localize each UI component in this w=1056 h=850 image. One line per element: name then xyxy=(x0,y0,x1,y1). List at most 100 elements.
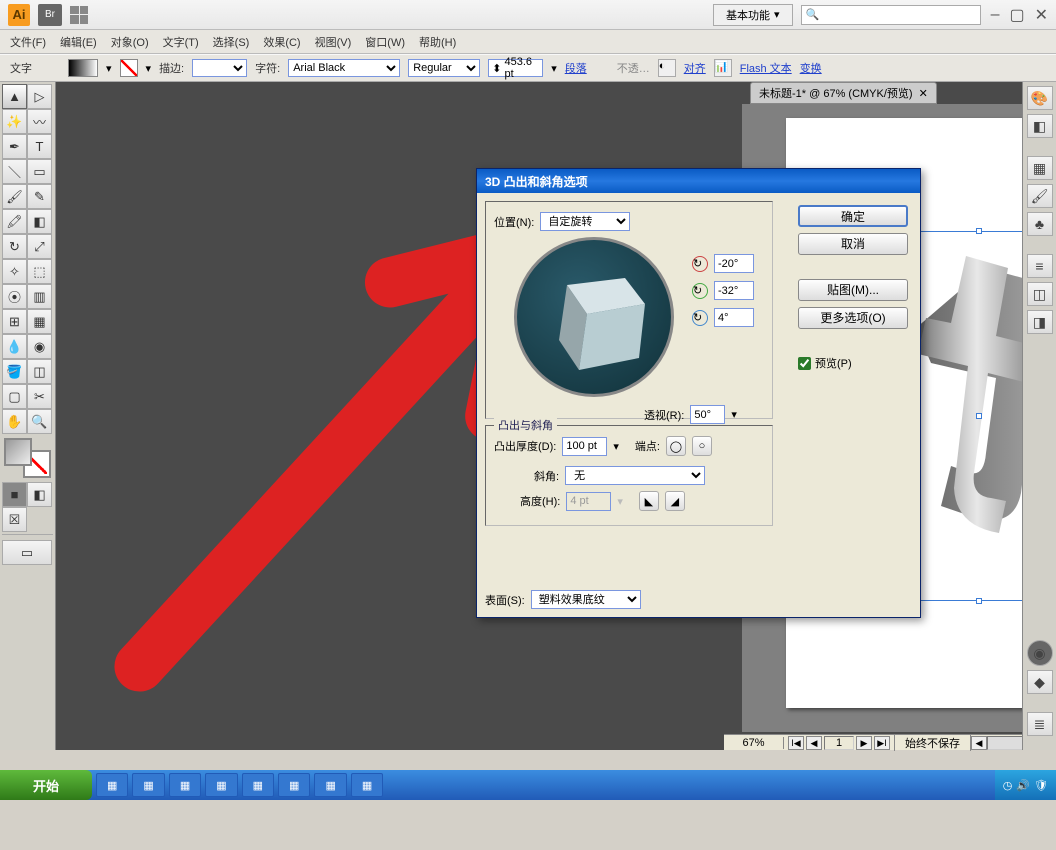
taskbar-item[interactable]: ▦ xyxy=(351,773,383,797)
first-page-btn[interactable]: I◀ xyxy=(788,736,804,750)
window-minimize[interactable]: – xyxy=(991,6,1000,24)
blend-tool[interactable]: ◉ xyxy=(27,334,52,359)
mesh-tool[interactable]: ⊞ xyxy=(2,309,27,334)
fill-stroke-color[interactable] xyxy=(4,438,51,478)
recolor-artwork-icon[interactable]: ◐ xyxy=(658,59,676,77)
layers-panel-icon[interactable]: ≣ xyxy=(1027,712,1053,736)
live-paint-selection[interactable]: ◫ xyxy=(27,359,52,384)
menu-type[interactable]: 文字(T) xyxy=(163,34,199,50)
warp-tool[interactable]: ✧ xyxy=(2,259,27,284)
selection-tool[interactable]: ▲ xyxy=(2,84,27,109)
rotate-x-input[interactable] xyxy=(714,254,754,273)
zoom-tool[interactable]: 🔍 xyxy=(27,409,52,434)
gradient-tool[interactable]: ▦ xyxy=(27,309,52,334)
font-family-select[interactable]: Arial Black xyxy=(288,59,400,77)
blob-brush-tool[interactable]: 🖍 xyxy=(2,209,27,234)
next-page-btn[interactable]: ▶ xyxy=(856,736,872,750)
color-mode-gradient[interactable]: ◧ xyxy=(27,482,52,507)
perspective-input[interactable] xyxy=(690,405,725,424)
appearance-panel-icon[interactable]: ◉ xyxy=(1027,640,1053,666)
page-number[interactable]: 1 xyxy=(824,736,854,750)
dialog-title[interactable]: 3D 凸出和斜角选项 xyxy=(477,169,920,193)
fill-swatch[interactable] xyxy=(68,59,98,77)
swatches-panel-icon[interactable]: ▦ xyxy=(1027,156,1053,180)
scale-tool[interactable]: ⤢ xyxy=(27,234,52,259)
transform-link[interactable]: 变换 xyxy=(800,60,822,76)
surface-select[interactable]: 塑料效果底纹 xyxy=(531,590,641,609)
hand-tool[interactable]: ✋ xyxy=(2,409,27,434)
align-icon[interactable]: 📊 xyxy=(714,59,732,77)
eraser-tool[interactable]: ◧ xyxy=(27,209,52,234)
cap-on-icon[interactable]: ◯ xyxy=(666,436,686,456)
rotate-z-input[interactable] xyxy=(714,308,754,327)
type-tool[interactable]: T xyxy=(27,134,52,159)
screen-mode[interactable]: ▭ xyxy=(2,540,52,565)
start-button[interactable]: 开始 xyxy=(0,770,92,800)
scroll-left-btn[interactable]: ◀ xyxy=(971,736,987,750)
menu-file[interactable]: 文件(F) xyxy=(10,34,46,50)
menu-object[interactable]: 对象(O) xyxy=(111,34,149,50)
rotate-tool[interactable]: ↻ xyxy=(2,234,27,259)
workspace-switcher[interactable]: 基本功能▾ xyxy=(713,4,793,26)
map-art-button[interactable]: 贴图(M)... xyxy=(798,279,908,301)
graph-tool[interactable]: ▥ xyxy=(27,284,52,309)
brushes-panel-icon[interactable]: 🖌 xyxy=(1027,184,1053,208)
paintbrush-tool[interactable]: 🖌 xyxy=(2,184,27,209)
position-select[interactable]: 自定旋转 xyxy=(540,212,630,231)
graphic-styles-panel-icon[interactable]: ◆ xyxy=(1027,670,1053,694)
align-link[interactable]: 对齐 xyxy=(684,60,706,76)
rotate-y-icon[interactable]: ↻ xyxy=(692,283,708,299)
pen-tool[interactable]: ✒ xyxy=(2,134,27,159)
more-options-button[interactable]: 更多选项(O) xyxy=(798,307,908,329)
magic-wand-tool[interactable]: ✨ xyxy=(2,109,27,134)
last-page-btn[interactable]: ▶I xyxy=(874,736,890,750)
rotate-z-icon[interactable]: ↻ xyxy=(692,310,708,326)
bevel-in-icon[interactable]: ◣ xyxy=(639,491,659,511)
lasso-tool[interactable]: 〰 xyxy=(27,109,52,134)
menu-help[interactable]: 帮助(H) xyxy=(419,34,456,50)
direct-selection-tool[interactable]: ▷ xyxy=(27,84,52,109)
stroke-swatch[interactable] xyxy=(120,59,138,77)
taskbar-item[interactable]: ▦ xyxy=(205,773,237,797)
taskbar-item[interactable]: ▦ xyxy=(169,773,201,797)
eyedropper-tool[interactable]: 💧 xyxy=(2,334,27,359)
prev-page-btn[interactable]: ◀ xyxy=(806,736,822,750)
ok-button[interactable]: 确定 xyxy=(798,205,908,227)
bevel-out-icon[interactable]: ◢ xyxy=(665,491,685,511)
rotate-x-icon[interactable]: ↻ xyxy=(692,256,708,272)
taskbar-item[interactable]: ▦ xyxy=(314,773,346,797)
3d-preview-trackball[interactable] xyxy=(514,237,674,397)
transparency-panel-icon[interactable]: ◨ xyxy=(1027,310,1053,334)
slice-tool[interactable]: ✂ xyxy=(27,384,52,409)
close-tab-icon[interactable]: ✕ xyxy=(919,87,928,100)
cancel-button[interactable]: 取消 xyxy=(798,233,908,255)
window-close[interactable]: ✕ xyxy=(1035,5,1048,25)
window-maximize[interactable]: ▢ xyxy=(1009,5,1024,25)
color-mode-color[interactable]: ■ xyxy=(2,482,27,507)
opacity-link[interactable]: 不透… xyxy=(617,60,650,76)
symbol-sprayer-tool[interactable]: ⦿ xyxy=(2,284,27,309)
color-guide-panel-icon[interactable]: ◧ xyxy=(1027,114,1053,138)
font-size-input[interactable]: ⬍ 453.6 pt xyxy=(488,59,543,77)
pencil-tool[interactable]: ✎ xyxy=(27,184,52,209)
zoom-level[interactable]: 67% xyxy=(724,737,784,749)
menu-effect[interactable]: 效果(C) xyxy=(263,34,300,50)
symbols-panel-icon[interactable]: ♣ xyxy=(1027,212,1053,236)
taskbar-item[interactable]: ▦ xyxy=(132,773,164,797)
menu-edit[interactable]: 编辑(E) xyxy=(60,34,97,50)
bridge-logo[interactable]: Br xyxy=(38,4,62,26)
menu-view[interactable]: 视图(V) xyxy=(315,34,352,50)
taskbar-item[interactable]: ▦ xyxy=(278,773,310,797)
artboard-tool[interactable]: ▢ xyxy=(2,384,27,409)
color-panel-icon[interactable]: 🎨 xyxy=(1027,86,1053,110)
menu-select[interactable]: 选择(S) xyxy=(213,34,250,50)
preview-checkbox[interactable]: 预览(P) xyxy=(798,355,908,371)
depth-input[interactable] xyxy=(562,437,607,456)
taskbar-item[interactable]: ▦ xyxy=(96,773,128,797)
rectangle-tool[interactable]: ▭ xyxy=(27,159,52,184)
system-tray[interactable]: ◷🔊🛡 xyxy=(995,770,1056,800)
taskbar-item[interactable]: ▦ xyxy=(242,773,274,797)
cap-off-icon[interactable]: ○ xyxy=(692,436,712,456)
menu-window[interactable]: 窗口(W) xyxy=(365,34,405,50)
live-paint-bucket[interactable]: 🪣 xyxy=(2,359,27,384)
